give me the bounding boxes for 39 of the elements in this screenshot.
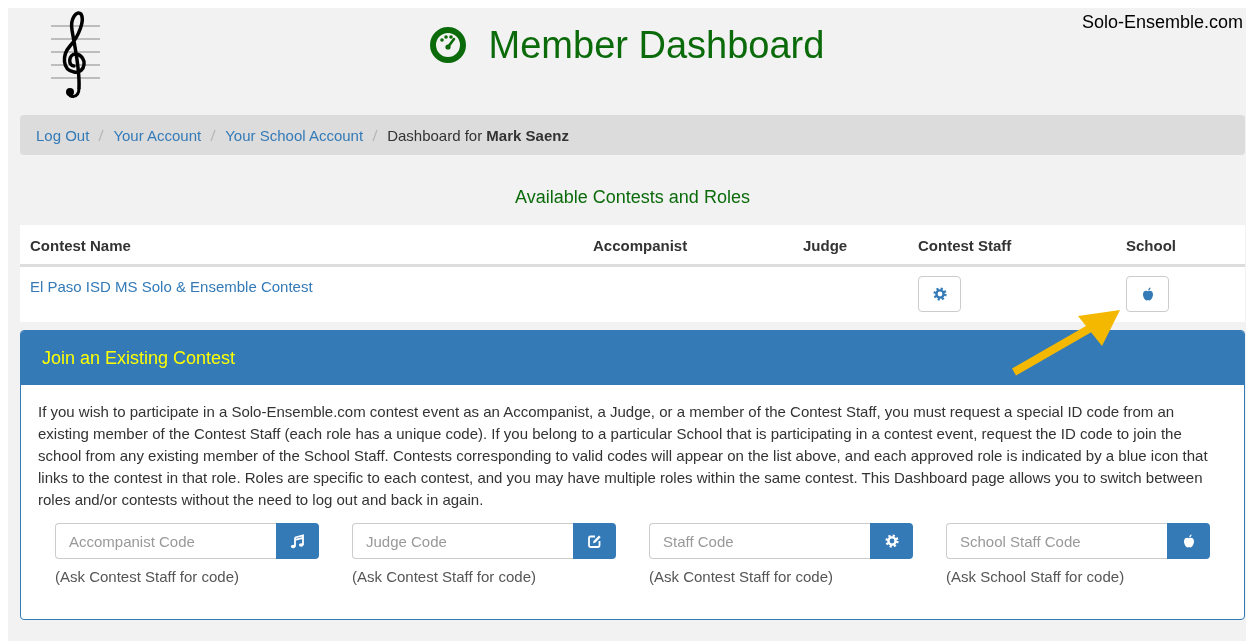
role-button[interactable] <box>918 276 961 312</box>
site-name: Solo-Ensemble.com <box>1081 12 1243 33</box>
page-title: Member Dashboard <box>488 26 825 64</box>
breadcrumb-separator-icon <box>372 128 379 142</box>
music-note-icon <box>290 533 305 549</box>
breadcrumb-link[interactable]: Your School Account <box>225 126 364 144</box>
code-hint: (Ask School Staff for code) <box>946 568 1126 585</box>
role-button[interactable] <box>1126 276 1169 312</box>
submit-code-button[interactable] <box>870 523 913 559</box>
column-header: Accompanist <box>593 236 688 254</box>
gear-icon <box>884 534 899 548</box>
code-hint: (Ask Contest Staff for code) <box>352 568 537 585</box>
column-header: Judge <box>803 236 848 254</box>
gear-icon <box>932 287 947 301</box>
edit-icon <box>587 533 602 549</box>
code-input-field[interactable]: Accompanist Code <box>55 523 276 559</box>
section-title: Available Contests and Roles <box>514 186 751 209</box>
code-input-field[interactable]: School Staff Code <box>946 523 1167 559</box>
instructions-paragraph: If you wish to participate in a Solo-Ensemble.com contest event as an Accompanist, a Judge, or a member of the Contest Staff, you must request a special ID code from an existing member of the Contest Staff (each role has a unique code). If you belong to a particular School that is participating in a contest event, request the ID code to join the school from any existing member of the School Staff. Contests corresponding to valid codes will appear on the list above, and each approved role is indicated by a blue icon that links to the contest in that role. Roles are specific to each contest, and you may have multiple roles within the same contest. This Dashboard page allows you to switch between roles and/or contests without the need to log out and back in again. <box>38 402 1209 510</box>
submit-code-button[interactable] <box>1167 523 1210 559</box>
dashboard-gauge-icon <box>428 26 467 64</box>
breadcrumb-link[interactable]: Your Account <box>113 126 202 144</box>
column-header: Contest Name <box>30 236 131 254</box>
column-header: School <box>1126 236 1176 254</box>
code-input-field[interactable]: Staff Code <box>649 523 870 559</box>
breadcrumb-link[interactable]: Log Out <box>36 126 90 144</box>
submit-code-button[interactable] <box>573 523 616 559</box>
breadcrumb-current: Dashboard for Mark Saenz <box>387 126 569 144</box>
panel-title: Join an Existing Contest <box>42 347 236 369</box>
column-header: Contest Staff <box>918 236 1012 254</box>
breadcrumb-separator-icon <box>98 128 105 142</box>
apple-icon <box>1182 534 1195 548</box>
submit-code-button[interactable] <box>276 523 319 559</box>
code-input-field[interactable]: Judge Code <box>352 523 573 559</box>
contest-link[interactable]: El Paso ISD MS Solo & Ensemble Contest <box>30 278 313 295</box>
code-hint: (Ask Contest Staff for code) <box>55 568 240 585</box>
apple-icon <box>1141 287 1154 301</box>
code-hint: (Ask Contest Staff for code) <box>649 568 834 585</box>
breadcrumb-separator-icon <box>210 128 217 142</box>
